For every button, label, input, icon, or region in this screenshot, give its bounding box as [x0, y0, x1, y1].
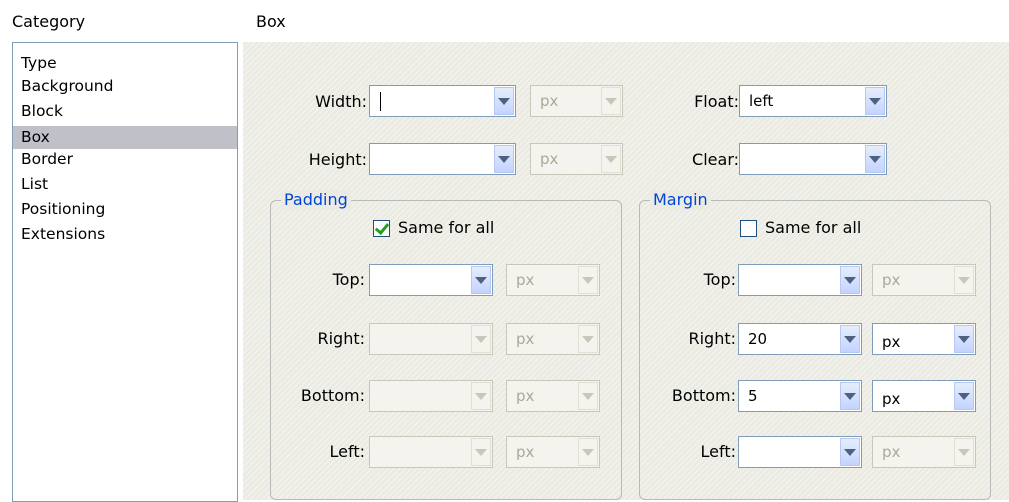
height-label: Height:	[308, 150, 367, 169]
chevron-down-icon[interactable]	[840, 266, 860, 294]
padding-left-unit-select: px	[506, 436, 600, 468]
padding-top-input[interactable]	[369, 264, 493, 296]
chevron-down-icon	[471, 438, 491, 466]
chevron-down-icon	[578, 382, 598, 410]
margin-bottom-label: Bottom:	[671, 386, 736, 405]
float-label: Float:	[694, 92, 739, 111]
category-list[interactable]: Type Background Block Box Border List Po…	[12, 42, 238, 502]
chevron-down-icon[interactable]	[840, 438, 860, 466]
clear-select[interactable]	[739, 143, 887, 175]
padding-group: Padding Same for all Top: px Right: px B…	[270, 190, 622, 500]
margin-right-unit-select[interactable]: px	[872, 323, 976, 355]
chevron-down-icon	[471, 382, 491, 410]
margin-same-for-all-label[interactable]: Same for all	[765, 218, 861, 237]
padding-left-unit-value: px	[516, 443, 535, 461]
margin-right-unit-value: px	[882, 333, 901, 351]
chevron-down-icon[interactable]	[494, 145, 514, 173]
chevron-down-icon	[471, 325, 491, 353]
checkmark-icon	[374, 219, 390, 236]
margin-bottom-input[interactable]: 5	[738, 380, 862, 412]
category-item-border[interactable]: Border	[21, 151, 73, 168]
margin-right-label: Right:	[688, 329, 736, 348]
chevron-down-icon	[601, 87, 621, 115]
margin-bottom-unit-select[interactable]: px	[872, 380, 976, 412]
width-input[interactable]	[369, 85, 516, 117]
chevron-down-icon[interactable]	[840, 325, 860, 353]
margin-group: Margin Same for all Top: px Right: 20 px…	[639, 190, 991, 500]
padding-right-label: Right:	[317, 329, 365, 348]
padding-right-unit-select: px	[506, 323, 600, 355]
padding-top-unit-select: px	[506, 264, 600, 296]
chevron-down-icon	[954, 266, 974, 294]
padding-legend: Padding	[281, 190, 351, 210]
chevron-down-icon	[578, 325, 598, 353]
category-item-type[interactable]: Type	[21, 55, 57, 72]
chevron-down-icon[interactable]	[865, 87, 885, 115]
height-unit-select: px	[530, 143, 623, 175]
chevron-down-icon[interactable]	[840, 382, 860, 410]
margin-top-label: Top:	[703, 270, 736, 289]
padding-same-for-all-checkbox[interactable]	[373, 219, 390, 237]
margin-bottom-unit-value: px	[882, 390, 901, 408]
chevron-down-icon[interactable]	[954, 382, 974, 410]
category-header: Category	[12, 12, 86, 31]
padding-top-label: Top:	[332, 270, 365, 289]
margin-left-input[interactable]	[738, 436, 862, 468]
margin-left-unit-select: px	[872, 436, 976, 468]
padding-right-input	[369, 323, 493, 355]
category-item-extensions[interactable]: Extensions	[21, 226, 105, 243]
padding-bottom-unit-value: px	[516, 387, 535, 405]
float-value: left	[749, 92, 774, 110]
category-item-box[interactable]: Box	[13, 126, 237, 149]
category-item-background[interactable]: Background	[21, 78, 113, 95]
chevron-down-icon[interactable]	[494, 87, 514, 115]
category-item-block[interactable]: Block	[21, 103, 63, 120]
chevron-down-icon[interactable]	[471, 266, 491, 294]
chevron-down-icon[interactable]	[865, 145, 885, 173]
category-item-positioning[interactable]: Positioning	[21, 201, 105, 218]
panel-title: Box	[256, 12, 286, 31]
padding-left-label: Left:	[329, 442, 366, 461]
chevron-down-icon	[954, 438, 974, 466]
margin-same-for-all-checkbox[interactable]	[740, 220, 757, 237]
float-select[interactable]: left	[739, 85, 887, 117]
margin-bottom-value: 5	[748, 387, 758, 405]
width-unit-value: px	[540, 92, 559, 110]
margin-right-input[interactable]: 20	[738, 323, 862, 355]
margin-top-unit-value: px	[882, 271, 901, 289]
padding-same-for-all-label[interactable]: Same for all	[398, 218, 494, 237]
padding-bottom-label: Bottom:	[300, 386, 365, 405]
height-unit-value: px	[540, 150, 559, 168]
height-input[interactable]	[369, 143, 516, 175]
padding-left-input	[369, 436, 493, 468]
margin-left-label: Left:	[700, 442, 737, 461]
chevron-down-icon	[601, 145, 621, 173]
box-settings-pane: Width: px Float: left Height: px Clear: …	[243, 42, 1009, 500]
padding-top-unit-value: px	[516, 271, 535, 289]
padding-bottom-unit-select: px	[506, 380, 600, 412]
padding-right-unit-value: px	[516, 330, 535, 348]
margin-legend: Margin	[650, 190, 711, 210]
chevron-down-icon	[578, 266, 598, 294]
padding-bottom-input	[369, 380, 493, 412]
text-caret	[380, 92, 381, 111]
margin-top-input[interactable]	[738, 264, 862, 296]
margin-left-unit-value: px	[882, 443, 901, 461]
margin-right-value: 20	[748, 330, 768, 348]
chevron-down-icon	[578, 438, 598, 466]
clear-label: Clear:	[692, 150, 739, 169]
category-item-list[interactable]: List	[21, 176, 48, 193]
margin-top-unit-select: px	[872, 264, 976, 296]
width-unit-select: px	[530, 85, 623, 117]
width-label: Width:	[315, 92, 367, 111]
chevron-down-icon[interactable]	[954, 325, 974, 353]
